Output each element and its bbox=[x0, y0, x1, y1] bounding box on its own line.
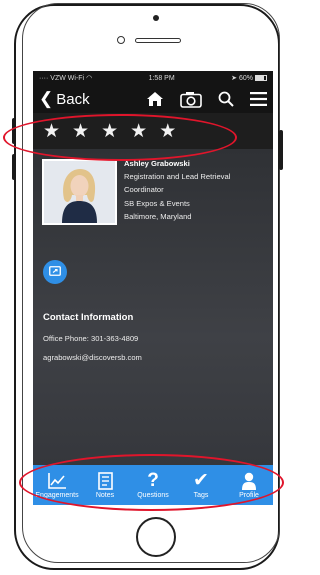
profile-title: Registration and Lead Retrieval bbox=[124, 172, 231, 182]
tab-profile[interactable]: Profile bbox=[225, 465, 273, 505]
tab-engagements[interactable]: Engagements bbox=[33, 465, 81, 505]
home-button[interactable] bbox=[136, 517, 176, 557]
home-icon[interactable] bbox=[146, 91, 164, 107]
search-icon[interactable] bbox=[218, 91, 234, 107]
carrier-label: ···· VZW Wi-Fi ◠ bbox=[39, 75, 93, 82]
chevron-left-icon: ❮ bbox=[39, 89, 54, 108]
profile-company: SB Expos & Events bbox=[124, 198, 190, 208]
contact-heading: Contact Information bbox=[43, 312, 134, 323]
menu-icon[interactable] bbox=[250, 92, 267, 106]
battery-icon bbox=[254, 75, 267, 81]
battery-indicator: ➤ 60% bbox=[231, 74, 267, 82]
star-icon[interactable]: ★ bbox=[159, 122, 176, 141]
share-screen-icon bbox=[49, 263, 61, 281]
front-camera bbox=[153, 15, 159, 21]
status-bar: ···· VZW Wi-Fi ◠ 1:58 PM ➤ 60% bbox=[33, 71, 273, 85]
tab-questions[interactable]: ? Questions bbox=[129, 465, 177, 505]
location-icon: ➤ bbox=[231, 75, 237, 82]
person-icon bbox=[241, 471, 257, 490]
profile-details: Ashley Grabowski Registration and Lead R… bbox=[124, 157, 230, 223]
nav-bar: ❮ Back bbox=[33, 85, 273, 113]
star-icon[interactable]: ★ bbox=[101, 122, 118, 141]
star-rating[interactable]: ★ ★ ★ ★ ★ bbox=[33, 113, 273, 149]
tab-label: Notes bbox=[95, 492, 115, 499]
star-icon[interactable]: ★ bbox=[43, 122, 60, 141]
profile-content: Ashley Grabowski Registration and Lead R… bbox=[33, 149, 273, 491]
profile-title-cont: Coordinator bbox=[124, 185, 164, 195]
back-label: Back bbox=[56, 90, 90, 108]
notes-icon bbox=[97, 471, 113, 490]
back-button[interactable]: ❮ Back bbox=[39, 89, 90, 109]
earpiece-speaker bbox=[135, 38, 181, 43]
app-screen: ···· VZW Wi-Fi ◠ 1:58 PM ➤ 60% ❮ Back ★ … bbox=[33, 71, 273, 505]
tab-label: Questions bbox=[137, 492, 169, 499]
power-button bbox=[279, 130, 283, 170]
tab-label: Tags bbox=[193, 492, 209, 499]
proximity-sensor bbox=[117, 36, 125, 44]
volume-button bbox=[12, 118, 16, 144]
clock: 1:58 PM bbox=[148, 74, 175, 82]
profile-photo bbox=[42, 159, 117, 225]
share-button[interactable] bbox=[43, 260, 67, 284]
email-link[interactable]: agrabowski@discoversb.com bbox=[43, 353, 142, 362]
tab-tags[interactable]: ✔ Tags bbox=[177, 465, 225, 505]
chart-icon bbox=[47, 471, 67, 490]
star-icon[interactable]: ★ bbox=[130, 122, 147, 141]
camera-icon[interactable] bbox=[180, 91, 202, 108]
star-icon[interactable]: ★ bbox=[72, 122, 89, 141]
volume-button bbox=[12, 154, 16, 180]
bottom-tab-bar: Engagements Notes ? Questions ✔ Tags Pro… bbox=[33, 465, 273, 505]
office-phone[interactable]: Office Phone: 301-363-4809 bbox=[43, 334, 138, 343]
tab-label: Profile bbox=[239, 492, 259, 499]
check-icon: ✔ bbox=[193, 470, 209, 491]
question-icon: ? bbox=[147, 470, 159, 491]
profile-location: Baltimore, Maryland bbox=[124, 211, 192, 221]
tab-notes[interactable]: Notes bbox=[81, 465, 129, 505]
wifi-icon: ◠ bbox=[86, 75, 93, 82]
profile-name: Ashley Grabowski bbox=[124, 159, 190, 168]
tab-label: Engagements bbox=[35, 492, 79, 499]
